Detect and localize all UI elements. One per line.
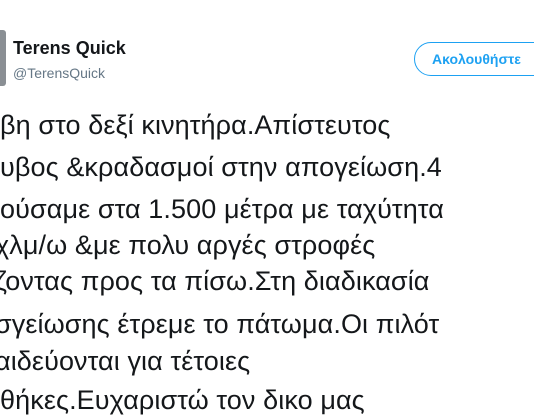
tweet-text-line: χλμ/ω &με πολυ αργές στροφές — [0, 230, 376, 260]
tweet-text: βη στο δεξί κινητήρα.Απίστευτος υβος &κρ… — [0, 108, 534, 419]
user-display-name[interactable]: Terens Quick — [13, 38, 126, 59]
tweet-header: Terens Quick @TerensQuick Ακολουθήστε — [0, 0, 534, 96]
tweet-text-line: βη στο δεξί κινητήρα.Απίστευτος — [0, 110, 391, 140]
tweet-text-line: αιδεύονται για τέτοιες — [0, 346, 251, 376]
tweet-card: Terens Quick @TerensQuick Ακολουθήστε βη… — [0, 0, 534, 419]
tweet-text-line: ζοντας προς τα πίσω.Στη διαδικασία — [0, 266, 430, 296]
user-handle[interactable]: @TerensQuick — [13, 65, 105, 81]
follow-button[interactable]: Ακολουθήστε — [414, 42, 534, 76]
tweet-text-line: ούσαμε στα 1.500 μέτρα με ταχύτητα — [0, 194, 444, 224]
tweet-text-line: υβος &κραδασμοί στην απογείωση.4 — [0, 152, 442, 182]
tweet-text-line: σγείωσης έτρεμε το πάτωμα.Οι πιλότ — [0, 309, 440, 339]
tweet-text-line: θήκες.Ευχαριστώ τον δικο μας — [0, 385, 365, 415]
avatar[interactable] — [0, 30, 6, 86]
